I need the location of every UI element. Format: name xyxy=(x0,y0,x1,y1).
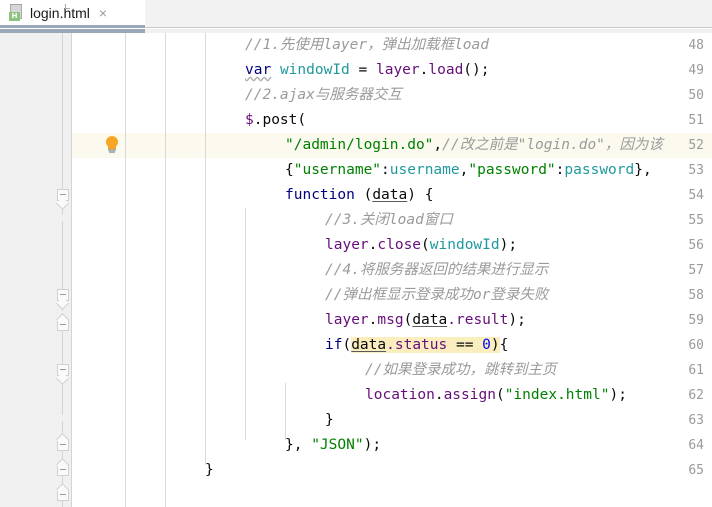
code-line-53[interactable]: {"username":username,"password":password… xyxy=(285,158,652,183)
method-token: close xyxy=(377,237,422,253)
comment-token: //3.关闭load窗口 xyxy=(325,212,453,228)
comment-token: //1.先使用layer，弹出加载框load xyxy=(245,37,489,53)
fold-region-line xyxy=(62,33,63,215)
code-line-51[interactable]: $.post( xyxy=(245,108,306,133)
fold-marker-collapse[interactable] xyxy=(56,289,70,310)
method-token: load xyxy=(428,62,464,78)
code-editor[interactable]: 48 49 50 51 52 53 54 55 56 57 58 59 60 6… xyxy=(0,33,712,507)
comment-token: //弹出框显示登录成功or登录失败 xyxy=(325,287,549,303)
fold-marker-region-end[interactable] xyxy=(56,458,70,478)
string-token: "JSON" xyxy=(311,437,364,453)
parameter-token: data xyxy=(412,312,448,328)
string-token: "/admin/login.do" xyxy=(285,137,434,153)
html-file-icon: H xyxy=(9,4,70,21)
fold-marker-region-end[interactable] xyxy=(56,483,70,503)
fold-marker-collapse[interactable] xyxy=(56,189,70,210)
editor-tab-bar: H login.html × xyxy=(0,0,712,28)
indent-guide xyxy=(205,33,206,465)
fold-marker-region-end[interactable] xyxy=(56,433,70,453)
object-token: layer xyxy=(325,237,369,253)
string-token: "index.html" xyxy=(504,387,610,403)
code-line-60[interactable]: if(data.status == 0){ xyxy=(325,333,508,358)
object-token: location xyxy=(365,387,435,403)
keyword-token: function xyxy=(285,187,355,203)
string-token: "password" xyxy=(468,162,556,178)
code-line-62[interactable]: location.assign("index.html"); xyxy=(365,383,627,408)
code-line-63[interactable]: } xyxy=(325,408,334,433)
variable-token: windowId xyxy=(279,62,350,78)
keyword-token: var xyxy=(245,62,272,78)
parameter-token: data xyxy=(351,337,387,353)
tab-login-html[interactable]: H login.html × xyxy=(0,0,145,28)
object-token: layer xyxy=(325,312,369,328)
code-line-58[interactable]: //弹出框显示登录成功or登录失败 xyxy=(325,283,548,308)
code-line-65[interactable]: } xyxy=(205,458,214,483)
code-line-64[interactable]: }, "JSON"); xyxy=(285,433,381,458)
code-content[interactable]: //1.先使用layer，弹出加载框load var windowId = la… xyxy=(72,33,712,507)
search-match-highlight: data.status == 0) xyxy=(351,337,500,353)
keyword-token: if xyxy=(325,337,343,353)
code-line-55[interactable]: //3.关闭load窗口 xyxy=(325,208,453,233)
indent-guide xyxy=(165,33,166,507)
parameter-token: data xyxy=(372,187,408,203)
fold-marker-region-end[interactable] xyxy=(56,313,70,333)
number-token: 0 xyxy=(482,337,491,353)
code-line-56[interactable]: layer.close(windowId); xyxy=(325,233,517,258)
close-icon[interactable]: × xyxy=(99,6,107,20)
property-token: .result xyxy=(447,312,509,328)
indent-guide xyxy=(125,33,126,507)
method-token: assign xyxy=(443,387,496,403)
variable-token: username xyxy=(389,162,460,178)
line-number-gutter[interactable] xyxy=(0,33,55,507)
fold-marker-collapse[interactable] xyxy=(56,364,70,385)
code-line-59[interactable]: layer.msg(data.result); xyxy=(325,308,526,333)
string-token: "username" xyxy=(293,162,382,178)
method-token: msg xyxy=(377,312,404,328)
html-file-icon-badge: H xyxy=(9,12,20,21)
code-line-61[interactable]: //如果登录成功，跳转到主页 xyxy=(365,358,556,383)
object-token: layer xyxy=(375,62,420,78)
code-line-57[interactable]: //4.将服务器返回的结果进行显示 xyxy=(325,258,548,283)
code-line-49[interactable]: var windowId = layer.load(); xyxy=(245,58,490,83)
property-token: .status xyxy=(386,337,448,353)
variable-token: windowId xyxy=(429,237,500,253)
jquery-token: $ xyxy=(245,112,254,128)
indent-guide xyxy=(285,383,286,440)
tab-label: login.html xyxy=(30,4,90,21)
code-line-50[interactable]: //2.ajax与服务器交互 xyxy=(245,83,402,108)
code-line-52[interactable]: "/admin/login.do",//改之前是"login.do"，因为该 xyxy=(285,133,663,158)
comment-token: //改之前是"login.do"，因为该 xyxy=(442,137,663,153)
code-line-54[interactable]: function (data) { xyxy=(285,183,433,208)
comment-token: //如果登录成功，跳转到主页 xyxy=(365,362,557,378)
comment-token: //2.ajax与服务器交互 xyxy=(245,87,402,103)
comment-token: //4.将服务器返回的结果进行显示 xyxy=(325,262,549,278)
variable-token: password xyxy=(564,162,635,178)
code-line-48[interactable]: //1.先使用layer，弹出加载框load xyxy=(245,33,489,58)
indent-guide xyxy=(245,208,246,440)
